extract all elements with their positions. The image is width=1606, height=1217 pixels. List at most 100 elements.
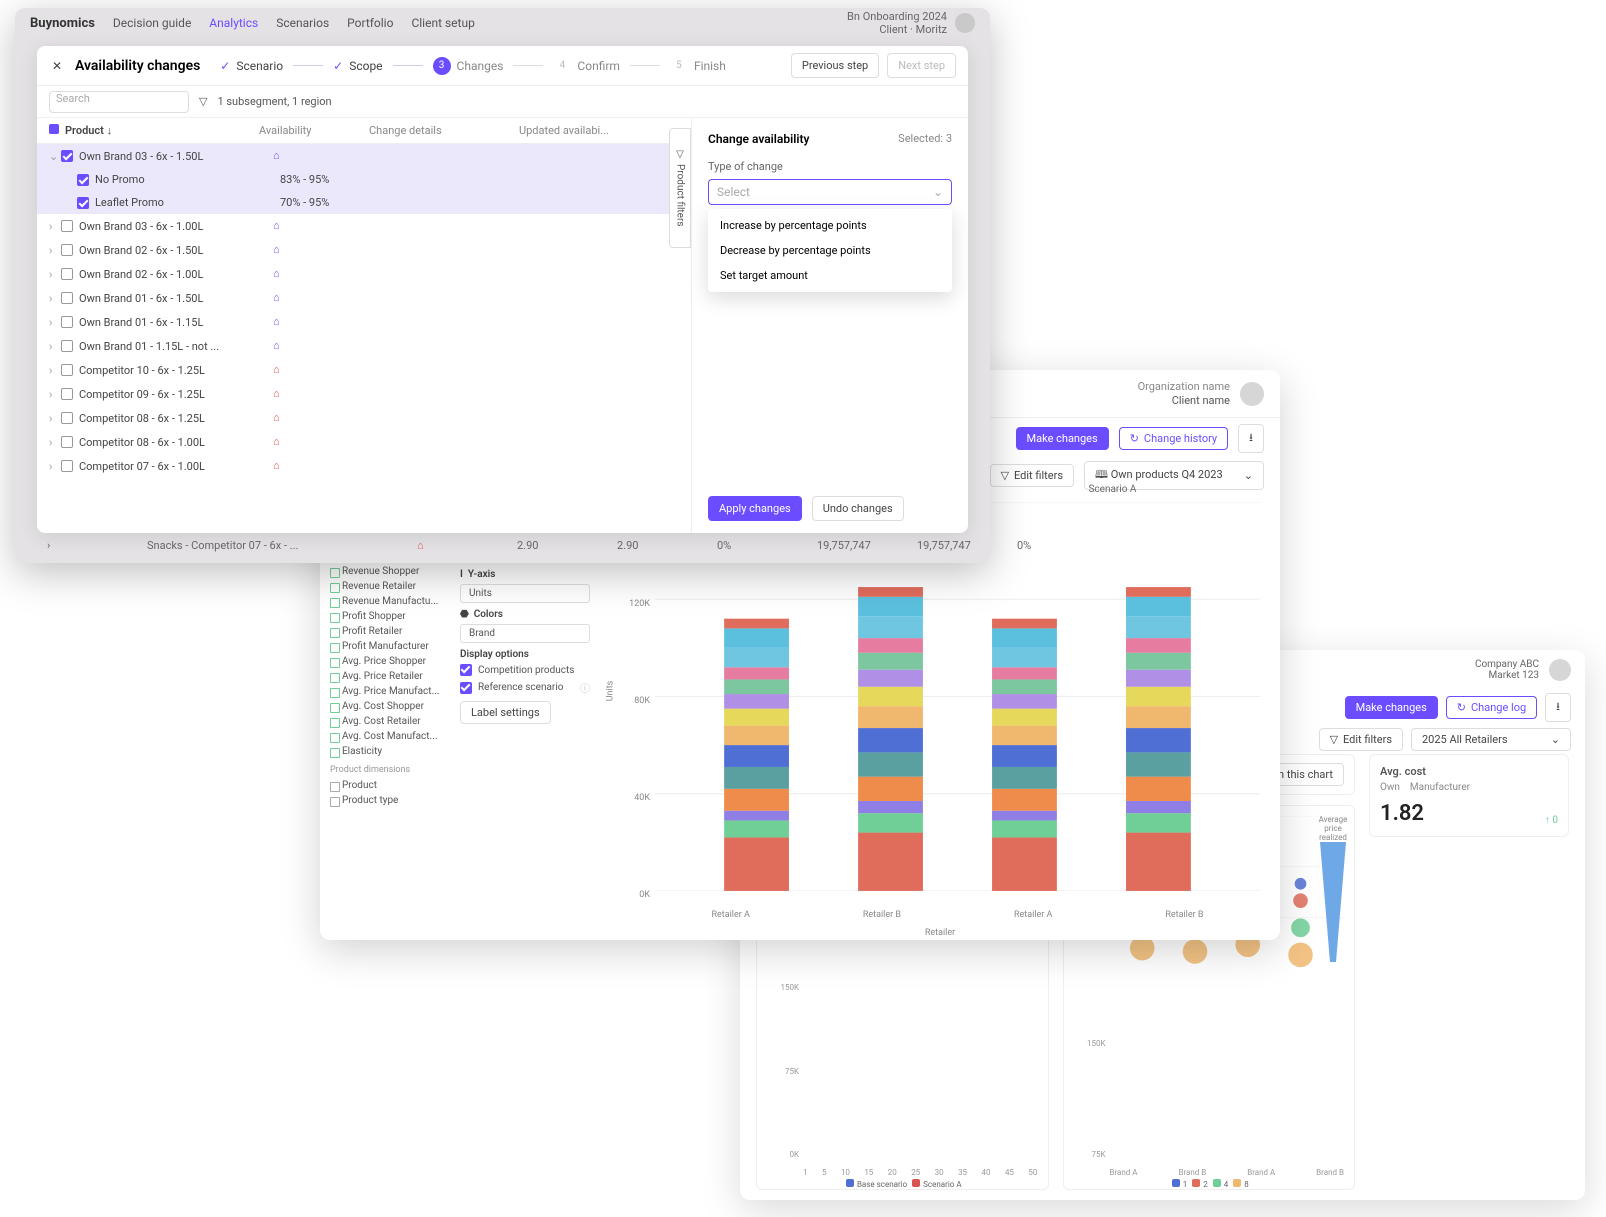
tree-kpi[interactable]: Profit Retailer: [330, 624, 440, 639]
close-icon[interactable]: ✕: [49, 58, 65, 74]
chevron-right-icon[interactable]: ›: [49, 364, 61, 377]
chevron-right-icon[interactable]: ›: [49, 316, 61, 329]
row-checkbox[interactable]: [77, 197, 89, 209]
apply-changes-button[interactable]: Apply changes: [708, 496, 802, 521]
chevron-right-icon[interactable]: ›: [49, 460, 61, 473]
edit-filters-button[interactable]: ▽Edit filters: [1319, 728, 1403, 751]
undo-changes-button[interactable]: Undo changes: [812, 496, 904, 521]
row-checkbox[interactable]: [61, 316, 73, 328]
product-table[interactable]: Product ↓ Availability Change details Up…: [37, 118, 692, 533]
row-checkbox[interactable]: [61, 340, 73, 352]
table-row[interactable]: ›Own Brand 01 - 1.15L - not ...⌂: [37, 334, 691, 358]
table-row[interactable]: ⌄Own Brand 03 - 6x - 1.50L⌂: [37, 144, 691, 168]
nav-scenarios[interactable]: Scenarios: [276, 16, 329, 30]
nav-decision[interactable]: Decision guide: [113, 16, 191, 30]
nav-analytics[interactable]: Analytics: [209, 16, 258, 30]
row-checkbox[interactable]: [61, 150, 73, 162]
step-confirm[interactable]: 4Confirm: [553, 57, 620, 75]
checkbox-reference[interactable]: [460, 682, 472, 694]
search-input[interactable]: Search: [49, 91, 189, 113]
row-checkbox[interactable]: [61, 436, 73, 448]
chevron-right-icon[interactable]: ›: [49, 220, 61, 233]
tree-kpi[interactable]: Avg. Cost Retailer: [330, 714, 440, 729]
table-row[interactable]: Leaflet Promo70% - 95%: [37, 191, 691, 214]
table-row[interactable]: ›Own Brand 01 - 6x - 1.50L⌂: [37, 286, 691, 310]
tree-kpi[interactable]: Avg. Price Retailer: [330, 669, 440, 684]
avatar[interactable]: [1240, 382, 1264, 406]
tree-kpi[interactable]: Avg. Cost Manufact...: [330, 729, 440, 744]
step-scope[interactable]: ✓Scope: [333, 59, 382, 73]
tree-product-type[interactable]: Product type: [330, 793, 440, 808]
type-select[interactable]: Select ⌄: [708, 179, 952, 205]
table-row[interactable]: ›Competitor 08 - 6x - 1.25L⌂: [37, 406, 691, 430]
download-button[interactable]: ⭳: [1545, 693, 1571, 722]
table-row[interactable]: No Promo83% - 95%: [37, 168, 691, 191]
col-change-details[interactable]: Change details: [369, 124, 519, 137]
chevron-right-icon[interactable]: ›: [49, 388, 61, 401]
tab-own[interactable]: Own: [1380, 782, 1400, 793]
chevron-down-icon[interactable]: ⌄: [49, 150, 61, 163]
step-finish[interactable]: 5Finish: [670, 57, 726, 75]
tree-product[interactable]: Product: [330, 778, 440, 793]
chevron-right-icon[interactable]: ›: [49, 268, 61, 281]
row-checkbox[interactable]: [61, 412, 73, 424]
row-checkbox[interactable]: [61, 220, 73, 232]
avatar[interactable]: [1549, 659, 1571, 681]
chip-units[interactable]: Units: [460, 584, 590, 603]
col-product[interactable]: Product: [65, 124, 104, 137]
step-changes[interactable]: 3Changes: [433, 57, 504, 75]
chevron-right-icon[interactable]: ›: [49, 244, 61, 257]
row-checkbox[interactable]: [61, 364, 73, 376]
chevron-right-icon[interactable]: ›: [49, 292, 61, 305]
previous-step-button[interactable]: Previous step: [791, 53, 879, 78]
row-checkbox[interactable]: [61, 388, 73, 400]
tree-kpi[interactable]: Avg. Price Manufact...: [330, 684, 440, 699]
table-row[interactable]: ›Competitor 08 - 6x - 1.00L⌂: [37, 430, 691, 454]
product-filters-tab[interactable]: ▽Product filters: [669, 128, 691, 248]
table-row[interactable]: ›Competitor 10 - 6x - 1.25L⌂: [37, 358, 691, 382]
opt-decrease[interactable]: Decrease by percentage points: [708, 238, 952, 263]
table-row[interactable]: ›Own Brand 03 - 6x - 1.00L⌂: [37, 214, 691, 238]
info-icon[interactable]: ⓘ: [580, 680, 590, 695]
tree-kpi[interactable]: Avg. Cost Shopper: [330, 699, 440, 714]
row-checkbox[interactable]: [61, 244, 73, 256]
table-row[interactable]: ›Competitor 07 - 6x - 1.00L⌂: [37, 454, 691, 478]
tree-kpi[interactable]: Avg. Price Shopper: [330, 654, 440, 669]
row-checkbox[interactable]: [61, 460, 73, 472]
table-row[interactable]: ›Competitor 09 - 6x - 1.25L⌂: [37, 382, 691, 406]
tree-kpi[interactable]: Revenue Shopper: [330, 564, 440, 579]
row-checkbox[interactable]: [77, 174, 89, 186]
nav-client-setup[interactable]: Client setup: [411, 16, 474, 30]
tab-manufacturer[interactable]: Manufacturer: [1410, 782, 1470, 793]
make-changes-button[interactable]: Make changes: [1016, 427, 1109, 450]
table-row[interactable]: ›Own Brand 01 - 6x - 1.15L⌂: [37, 310, 691, 334]
table-row[interactable]: ›Own Brand 02 - 6x - 1.00L⌂: [37, 262, 691, 286]
tree-kpi[interactable]: Profit Manufacturer: [330, 639, 440, 654]
chevron-right-icon[interactable]: ›: [49, 436, 61, 449]
chevron-right-icon[interactable]: ›: [49, 340, 61, 353]
next-step-button[interactable]: Next step: [887, 53, 956, 78]
filter-preset-select[interactable]: 2025 All Retailers⌄: [1411, 728, 1571, 751]
make-changes-button[interactable]: Make changes: [1345, 696, 1438, 719]
chevron-right-icon[interactable]: ›: [49, 412, 61, 425]
tree-kpi[interactable]: Revenue Manufactu...: [330, 594, 440, 609]
tree-kpi[interactable]: Elasticity: [330, 744, 440, 759]
opt-target[interactable]: Set target amount: [708, 263, 952, 288]
change-log-button[interactable]: ↻Change log: [1446, 696, 1537, 719]
download-button[interactable]: ⭳: [1238, 424, 1264, 453]
nav-portfolio[interactable]: Portfolio: [347, 16, 393, 30]
col-availability[interactable]: Availability: [259, 124, 369, 137]
col-updated[interactable]: Updated availabi...: [519, 124, 679, 137]
avatar[interactable]: [955, 13, 975, 33]
change-history-button[interactable]: ↻Change history: [1119, 427, 1228, 450]
label-settings-button[interactable]: Label settings: [460, 701, 551, 724]
chevron-right-icon[interactable]: ›: [47, 539, 107, 552]
tree-kpi[interactable]: Revenue Retailer: [330, 579, 440, 594]
row-checkbox[interactable]: [61, 292, 73, 304]
step-scenario[interactable]: ✓Scenario: [220, 59, 283, 73]
opt-increase[interactable]: Increase by percentage points: [708, 213, 952, 238]
chip-brand[interactable]: Brand: [460, 624, 590, 643]
checkbox-competition[interactable]: [460, 664, 472, 676]
row-checkbox[interactable]: [61, 268, 73, 280]
table-row[interactable]: ›Own Brand 02 - 6x - 1.50L⌂: [37, 238, 691, 262]
